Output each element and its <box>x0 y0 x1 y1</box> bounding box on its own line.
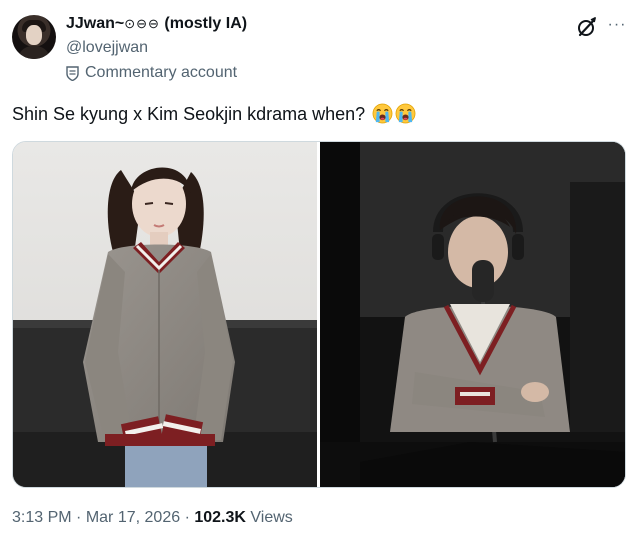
display-name-suffix: (mostly IA) <box>164 15 248 32</box>
loudly-crying-face-icon <box>395 103 416 124</box>
tweet-text: Shin Se kyung x Kim Seokjin kdrama when? <box>12 103 416 125</box>
display-name-emojis: ⊙⊖⊖ <box>124 16 160 31</box>
author-display-name[interactable]: JJwan~⊙⊖⊖ (mostly IA) <box>66 15 247 33</box>
views-count[interactable]: 102.3K <box>194 509 246 526</box>
tweet-date[interactable]: Mar 17, 2026 <box>86 509 180 526</box>
tweet-meta: 3:13 PM · Mar 17, 2026 · 102.3K Views <box>12 509 293 527</box>
meta-separator: · <box>184 509 190 526</box>
tweet-text-body: Shin Se kyung x Kim Seokjin kdrama when? <box>12 104 366 124</box>
avatar[interactable] <box>12 15 56 59</box>
photo-woman-sweater[interactable] <box>13 142 317 487</box>
author-handle[interactable]: @lovejjwan <box>66 39 148 57</box>
commentary-badge[interactable]: Commentary account <box>66 64 237 82</box>
meta-separator: · <box>76 509 82 526</box>
tweet-media <box>12 141 626 488</box>
grok-icon[interactable] <box>576 16 598 38</box>
commentary-label: Commentary account <box>85 64 238 81</box>
loudly-crying-face-icon <box>372 103 393 124</box>
photo-woman-illustration <box>13 142 317 487</box>
photo-man-illustration <box>320 142 625 487</box>
views-label: Views <box>250 509 293 526</box>
display-name-text: JJwan~ <box>66 15 125 32</box>
tweet-time[interactable]: 3:13 PM <box>12 509 72 526</box>
commentary-icon <box>66 65 79 81</box>
photo-man-microphone[interactable] <box>320 142 625 487</box>
more-options-icon[interactable]: ··· <box>606 14 628 36</box>
